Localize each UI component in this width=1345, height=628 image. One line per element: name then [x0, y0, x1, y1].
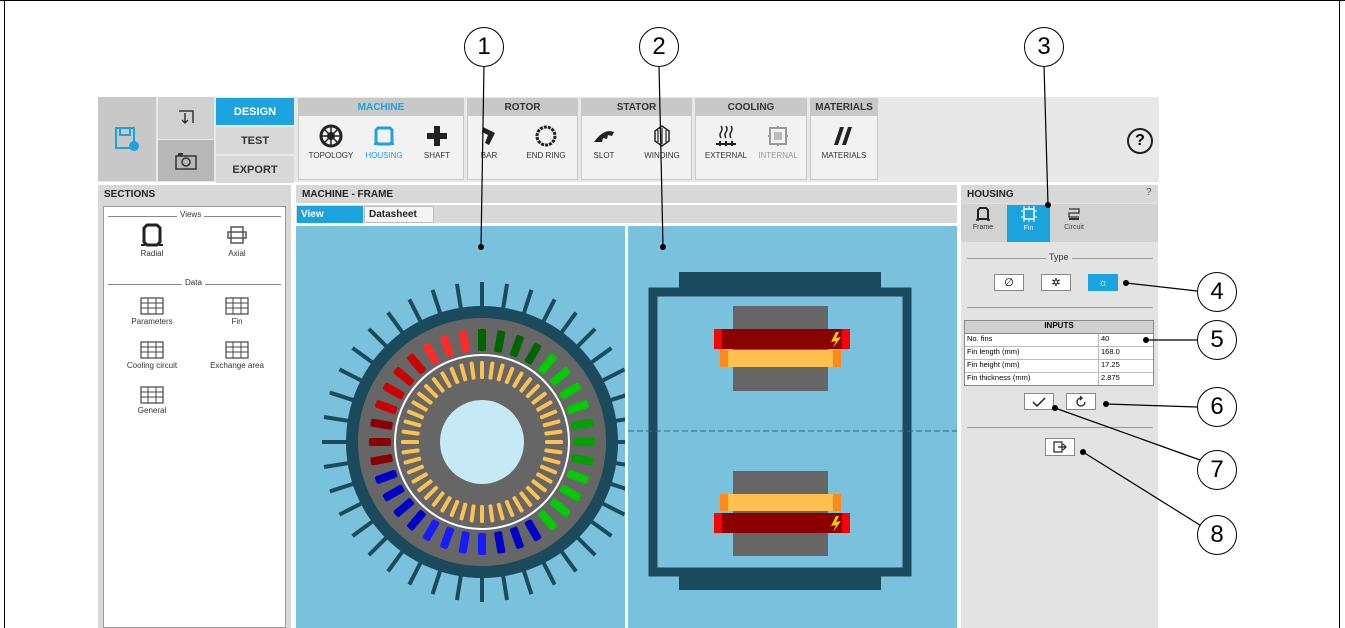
leader-4-dot	[1123, 280, 1129, 286]
callout-6: 6	[1197, 387, 1237, 427]
leader-3-dot	[1045, 202, 1051, 208]
leader-2-dot	[660, 244, 666, 250]
leader-7-dot	[1052, 405, 1058, 411]
leader-1-dot	[478, 244, 484, 250]
leader-6	[1105, 403, 1198, 408]
leader-1	[480, 64, 485, 247]
callout-5: 5	[1197, 320, 1237, 360]
callout-3: 3	[1024, 27, 1064, 67]
leader-5-dot	[1143, 337, 1149, 343]
callout-4: 4	[1197, 272, 1237, 312]
callout-2: 2	[639, 27, 679, 67]
leader-8	[1082, 451, 1204, 528]
leader-2	[658, 64, 664, 247]
callout-7: 7	[1197, 450, 1237, 490]
leader-7	[1054, 407, 1201, 461]
leader-6-dot	[1103, 401, 1109, 407]
callout-leaders	[478, 64, 1204, 528]
leader-3	[1043, 64, 1049, 206]
leader-8-dot	[1080, 449, 1086, 455]
callout-8: 8	[1197, 515, 1237, 555]
callout-1: 1	[464, 27, 504, 67]
leader-4	[1125, 282, 1198, 292]
